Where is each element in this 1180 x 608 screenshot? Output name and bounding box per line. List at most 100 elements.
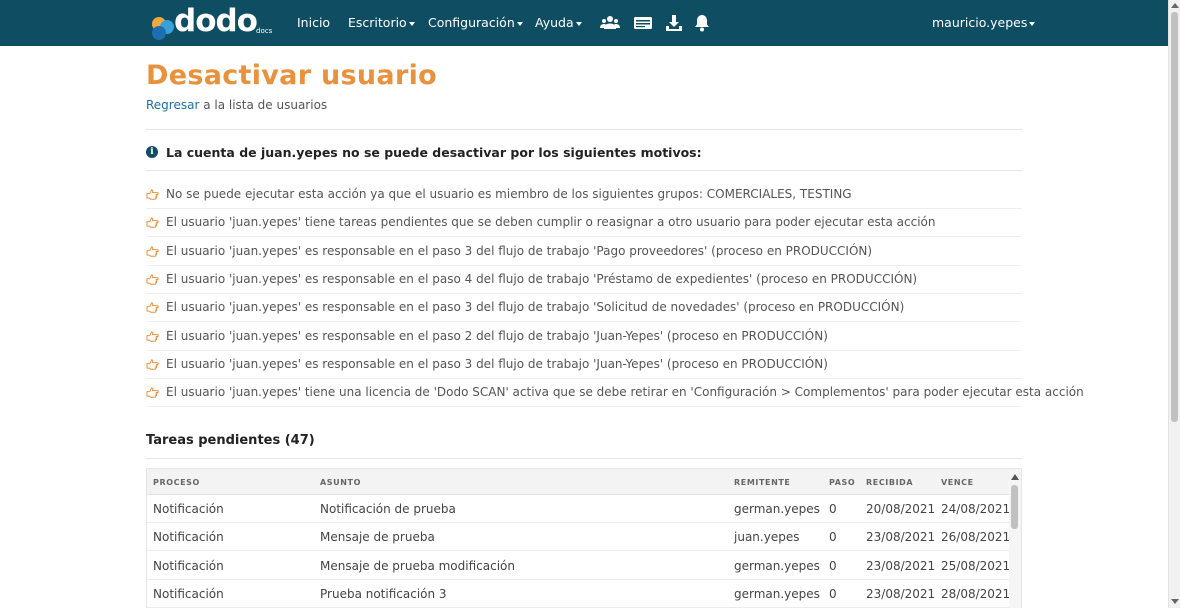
page-title: Desactivar usuario (146, 60, 437, 91)
cell-paso: 0 (829, 502, 837, 516)
cell-remitente: german.yepes (734, 502, 820, 516)
chevron-down-icon (408, 21, 415, 26)
hand-pointer-icon (146, 387, 159, 398)
divider (146, 170, 1022, 171)
reason-item: El usuario 'juan.yepes' tiene tareas pen… (146, 209, 1022, 238)
cell-paso: 0 (829, 558, 837, 573)
back-line-text: a la lista de usuarios (199, 98, 328, 112)
column-header-recibida[interactable]: RECIBIDA (866, 478, 913, 487)
hand-pointer-icon (146, 189, 159, 200)
reason-text: El usuario 'juan.yepes' es responsable e… (166, 356, 828, 371)
nav-ayuda-label: Ayuda (535, 15, 574, 30)
bell-icon[interactable] (692, 13, 712, 33)
back-link[interactable]: Regresar (146, 98, 199, 112)
alert-suffix: no se puede desactivar por los siguiente… (337, 145, 702, 160)
hand-pointer-icon (146, 274, 159, 285)
download-icon[interactable] (664, 13, 684, 33)
chevron-down-icon (575, 21, 582, 26)
hand-pointer-icon (146, 246, 159, 257)
cell-vence: 24/08/2021 (941, 502, 1011, 516)
table-row[interactable]: Notificación Mensaje de prueba modificaci… (147, 552, 1011, 580)
column-header-proceso[interactable]: PROCESO (153, 478, 200, 487)
logo-text: dodo (174, 3, 258, 39)
cell-remitente: juan.yepes (734, 530, 800, 545)
cell-proceso: Notificación (153, 530, 224, 545)
alert-username: juan.yepes (260, 145, 338, 160)
hand-pointer-icon (146, 330, 159, 342)
reason-item: No se puede ejecutar esta acción ya que … (146, 181, 1022, 209)
column-header-remitente[interactable]: REMITENTE (734, 478, 791, 487)
table-header: PROCESO ASUNTO REMITENTE PASO RECIBIDA V… (147, 469, 1021, 495)
user-menu-dropdown[interactable]: mauricio.yepes (932, 0, 1036, 46)
nav-ayuda-dropdown[interactable]: Ayuda (535, 0, 582, 46)
alert-prefix: La cuenta de (166, 145, 261, 160)
cell-asunto: Mensaje de prueba modificación (320, 558, 515, 573)
table-row[interactable]: Notificación Mensaje de prueba juan.yepes 0… (147, 523, 1011, 552)
pending-tasks-table: PROCESO ASUNTO REMITENTE PASO RECIBIDA V… (146, 468, 1022, 608)
reason-item: El usuario 'juan.yepes' tiene una licenc… (146, 379, 1084, 408)
table-row[interactable]: Notificación Notificación de prueba german… (147, 495, 1011, 523)
cell-recibida: 23/08/2021 (866, 586, 936, 601)
reason-text: El usuario 'juan.yepes' es responsable e… (166, 271, 918, 286)
dodo-logo[interactable]: dodo docs (150, 3, 280, 41)
scroll-thumb[interactable] (1171, 12, 1178, 422)
cell-vence: 28/08/2021 (941, 586, 1011, 601)
chevron-down-icon (516, 21, 523, 26)
nav-escritorio-label: Escritorio (348, 15, 407, 30)
column-header-vence[interactable]: VENCE (941, 478, 974, 487)
nav-configuracion-dropdown[interactable]: Configuración (428, 0, 523, 46)
reason-text: El usuario 'juan.yepes' tiene tareas pen… (166, 215, 936, 230)
cell-proceso: Notificación (153, 558, 224, 573)
cell-proceso: Notificación (153, 586, 224, 601)
table-scrollbar[interactable] (1009, 469, 1021, 608)
cell-asunto: Notificación de prueba (320, 502, 456, 516)
reason-text: No se puede ejecutar esta acción ya que … (166, 187, 852, 201)
reason-item: El usuario 'juan.yepes' es responsable e… (146, 294, 1022, 323)
top-navbar: dodo docs Inicio Escritorio Configuració… (0, 0, 1168, 46)
cell-remitente: german.yepes (734, 558, 820, 573)
nav-inicio-label: Inicio (297, 15, 331, 30)
users-icon[interactable] (600, 13, 620, 33)
reason-item: El usuario 'juan.yepes' es responsable e… (146, 266, 1022, 294)
chevron-down-icon (1029, 21, 1036, 26)
hand-pointer-icon (146, 302, 159, 313)
column-header-asunto[interactable]: ASUNTO (320, 478, 361, 487)
reason-item: El usuario 'juan.yepes' es responsable e… (146, 351, 1022, 379)
column-header-paso[interactable]: PASO (829, 478, 855, 487)
cell-vence: 26/08/2021 (941, 530, 1011, 545)
nav-configuracion-label: Configuración (428, 15, 515, 30)
scroll-up-icon[interactable] (1171, 3, 1179, 8)
reason-text: El usuario 'juan.yepes' es responsable e… (166, 243, 873, 258)
scroll-thumb[interactable] (1011, 485, 1018, 529)
cell-recibida: 23/08/2021 (866, 558, 936, 573)
reason-item: El usuario 'juan.yepes' es responsable e… (146, 238, 1022, 266)
hand-pointer-icon (146, 359, 159, 370)
cell-vence: 25/08/2021 (941, 558, 1011, 573)
cell-remitente: german.yepes (734, 586, 820, 601)
scroll-down-icon[interactable] (1171, 599, 1179, 604)
nav-inicio[interactable]: Inicio (297, 0, 330, 46)
cell-paso: 0 (829, 530, 837, 545)
cell-recibida: 20/08/2021 (866, 502, 936, 516)
cell-asunto: Mensaje de prueba (320, 530, 435, 545)
divider (146, 129, 1022, 130)
divider (146, 458, 1022, 459)
pending-tasks-title: Tareas pendientes (47) (146, 433, 315, 448)
user-menu-label: mauricio.yepes (932, 15, 1028, 30)
nav-escritorio-dropdown[interactable]: Escritorio (348, 0, 415, 46)
reason-text: El usuario 'juan.yepes' es responsable e… (166, 300, 905, 315)
cell-proceso: Notificación (153, 502, 224, 516)
logo-mark-icon (152, 17, 174, 40)
alert-text: La cuenta de juan.yepes no se puede desa… (166, 145, 702, 160)
scroll-up-icon[interactable] (1011, 474, 1019, 480)
info-icon: i (146, 146, 158, 158)
cell-recibida: 23/08/2021 (866, 530, 936, 545)
reason-item: El usuario 'juan.yepes' es responsable e… (146, 323, 1022, 351)
hand-pointer-icon (146, 217, 159, 229)
cell-paso: 0 (829, 586, 837, 601)
card-icon[interactable] (633, 13, 653, 33)
table-row[interactable]: Notificación Prueba notificación 3 german.… (147, 580, 1011, 608)
page-scrollbar[interactable] (1168, 0, 1180, 608)
logo-subtext: docs (256, 27, 273, 35)
cell-asunto: Prueba notificación 3 (320, 586, 447, 601)
